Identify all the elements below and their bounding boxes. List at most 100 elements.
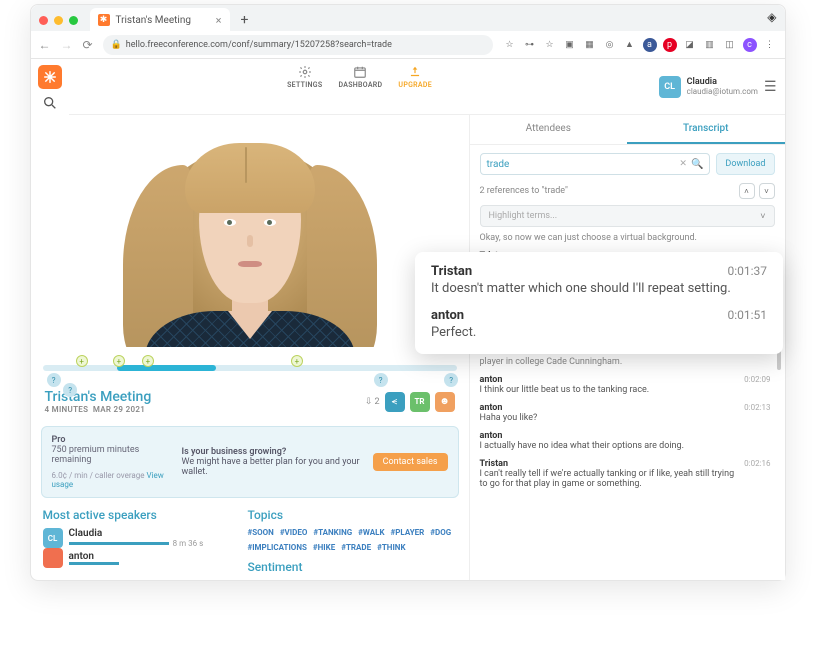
ext4-icon[interactable]: ▲	[623, 38, 637, 52]
tab-attendees[interactable]: Attendees	[470, 115, 628, 144]
transcript-entry[interactable]: player in college Cade Cunningham.	[480, 357, 775, 367]
app-logo-icon[interactable]	[38, 65, 62, 89]
transcript-text: I can't really tell if we're actually ta…	[480, 469, 739, 489]
ext5-icon[interactable]: ◪	[683, 38, 697, 52]
ext6-icon[interactable]: ▥	[703, 38, 717, 52]
tab-transcript[interactable]: Transcript	[627, 115, 785, 144]
ext2-icon[interactable]: ▦	[583, 38, 597, 52]
timeline-marker[interactable]: +	[142, 355, 154, 367]
topic-tag[interactable]: #WALK	[358, 528, 384, 537]
highlight-placeholder: Highlight terms...	[489, 211, 558, 221]
transcript-text: Haha you like?	[480, 413, 739, 423]
speaker-duration: 8 m 36 s	[173, 539, 204, 548]
transcript-entry[interactable]: anton I actually have no idea what their…	[480, 431, 775, 451]
close-tab-icon[interactable]: ×	[216, 14, 222, 27]
ext1-icon[interactable]: ▣	[563, 38, 577, 52]
transcript-entry[interactable]: Okay, so now we can just choose a virtua…	[480, 233, 775, 243]
transcript-time: 0:02:13	[744, 403, 770, 423]
zoom-window-icon[interactable]	[69, 16, 78, 25]
dashboard-nav[interactable]: DASHBOARD	[338, 65, 382, 108]
ext-a-icon[interactable]: a	[643, 38, 657, 52]
transcript-entry[interactable]: anton Haha you like? 0:02:13	[480, 403, 775, 423]
translate-icon[interactable]: ☆	[503, 38, 517, 52]
back-button[interactable]: ←	[39, 38, 51, 52]
reload-button[interactable]: ⟳	[83, 38, 93, 52]
ext7-icon[interactable]: ◫	[723, 38, 737, 52]
user-name: Claudia	[687, 77, 758, 87]
transcript-speaker: anton	[480, 375, 739, 385]
topic-tag[interactable]: #SOON	[247, 528, 273, 537]
address-bar[interactable]: 🔒 hello.freeconference.com/conf/summary/…	[103, 35, 493, 55]
topic-tag[interactable]: #TRADE	[341, 543, 371, 552]
ext-c-icon[interactable]: c	[743, 38, 757, 52]
download-count[interactable]: ⇩2	[365, 397, 380, 407]
timeline-tooltip-icon[interactable]: ?	[374, 373, 388, 387]
window-controls[interactable]	[39, 16, 78, 25]
share-button[interactable]: ⪪	[385, 392, 405, 412]
meeting-meta: 4 MINUTES MAR 29 2021	[45, 405, 152, 414]
topic-tag[interactable]: #PLAYER	[391, 528, 425, 537]
transcript-entry[interactable]: anton I think our little beat us to the …	[480, 375, 775, 395]
search-icon[interactable]	[42, 95, 58, 115]
new-tab-button[interactable]: +	[236, 12, 254, 28]
topic-tag[interactable]: #DOG	[430, 528, 451, 537]
transcript-search-input[interactable]: trade ✕ 🔍	[480, 153, 711, 175]
timeline-marker[interactable]: +	[113, 355, 125, 367]
meeting-header: Tristan's Meeting 4 MINUTES MAR 29 2021 …	[31, 383, 469, 420]
ext-p-icon[interactable]: p	[663, 38, 677, 52]
timeline-marker[interactable]: +	[291, 355, 303, 367]
minimize-window-icon[interactable]	[54, 16, 63, 25]
timeline[interactable]: + + + + ? ? ? ?	[31, 347, 469, 383]
browser-tab[interactable]: ✱ Tristan's Meeting ×	[90, 8, 230, 32]
timeline-tooltip-icon[interactable]: ?	[444, 373, 458, 387]
plan-name: Pro	[52, 435, 66, 445]
user-info: Claudia claudia@iotum.com	[687, 77, 758, 96]
contact-sales-button[interactable]: Contact sales	[373, 453, 448, 471]
prev-ref-button[interactable]: ˄	[739, 183, 755, 199]
tab-favicon-icon: ✱	[98, 14, 110, 26]
topics-heading: Topics	[247, 508, 456, 522]
chevron-down-icon: ˅	[760, 211, 765, 222]
settings-nav[interactable]: SETTINGS	[287, 65, 322, 108]
speaker-row[interactable]: anton	[43, 548, 236, 568]
upgrade-nav[interactable]: UPGRADE	[398, 65, 432, 108]
search-icon[interactable]: 🔍	[691, 159, 703, 170]
next-ref-button[interactable]: ˅	[759, 183, 775, 199]
transcript-time: 0:02:09	[744, 375, 770, 395]
transcript-popup: Tristan 0:01:37 It doesn't matter which …	[415, 252, 783, 354]
timeline-marker[interactable]: +	[76, 355, 88, 367]
avatar-badge[interactable]: ☻	[435, 392, 455, 412]
transcript-entry[interactable]: Tristan I can't really tell if we're act…	[480, 459, 775, 489]
user-avatar[interactable]: CL	[659, 76, 681, 98]
chrome-menu-icon[interactable]: ⋮	[763, 38, 777, 52]
speaker-name: anton	[69, 551, 236, 562]
topic-tag[interactable]: #HIKE	[313, 543, 335, 552]
timeline-tooltip-icon[interactable]: ?	[47, 373, 61, 387]
speaker-avatar: CL	[43, 528, 63, 548]
menu-icon[interactable]: ☰	[764, 79, 777, 95]
topic-tag[interactable]: #IMPLICATIONS	[247, 543, 306, 552]
key-icon[interactable]: ⊶	[523, 38, 537, 52]
topic-tag[interactable]: #VIDEO	[280, 528, 308, 537]
topic-tag[interactable]: #THINK	[377, 543, 405, 552]
promo-sub: We might have a better plan for you and …	[182, 457, 360, 477]
extensions-row: ☆ ⊶ ☆ ▣ ▦ ◎ ▲ a p ◪ ▥ ◫ c ⋮	[503, 38, 777, 52]
highlight-terms-select[interactable]: Highlight terms... ˅	[480, 205, 775, 227]
popup-speaker: anton	[431, 308, 464, 323]
star-icon[interactable]: ☆	[543, 38, 557, 52]
transcript-text: I think our little beat us to the tankin…	[480, 385, 739, 395]
forward-button[interactable]: →	[61, 38, 73, 52]
clear-search-icon[interactable]: ✕	[679, 159, 687, 169]
video-thumbnail[interactable]	[31, 115, 469, 347]
download-transcript-button[interactable]: Download	[716, 153, 774, 175]
close-window-icon[interactable]	[39, 16, 48, 25]
speaker-avatar	[43, 548, 63, 568]
promo-card: Pro 750 premium minutes remaining 6.0¢ /…	[41, 426, 459, 498]
topic-tag[interactable]: #TANKING	[313, 528, 352, 537]
promo-heading: Is your business growing?	[182, 447, 287, 457]
ext3-icon[interactable]: ◎	[603, 38, 617, 52]
speaker-row[interactable]: CL Claudia 8 m 36 s	[43, 528, 236, 548]
speaker-name: Claudia	[69, 528, 236, 539]
search-value: trade	[487, 159, 510, 170]
tr-badge[interactable]: TR	[410, 392, 430, 412]
